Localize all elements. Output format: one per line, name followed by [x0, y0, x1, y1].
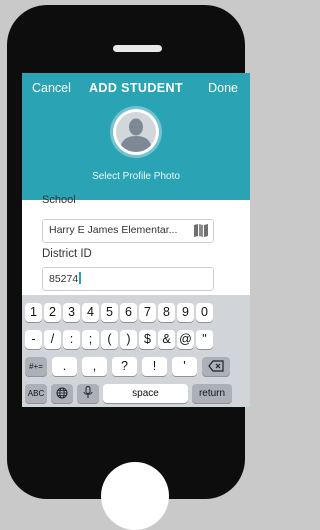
person-avatar-icon [116, 112, 156, 152]
key-8[interactable]: 8 [158, 303, 175, 322]
school-field[interactable]: Harry E James Elementar... [42, 219, 214, 243]
key-comma[interactable]: , [82, 357, 107, 376]
space-key[interactable]: space [103, 384, 188, 403]
app-screen: Cancel ADD STUDENT Done Select Profile P… [22, 73, 250, 407]
map-icon[interactable] [193, 223, 209, 243]
key-colon[interactable]: : [63, 330, 80, 349]
district-id-value: 85274 [49, 272, 81, 285]
key-open-paren[interactable]: ( [101, 330, 118, 349]
key-question[interactable]: ? [112, 357, 137, 376]
key-1[interactable]: 1 [25, 303, 42, 322]
header-bar: Cancel ADD STUDENT Done Select Profile P… [22, 73, 250, 200]
key-apostrophe[interactable]: ' [172, 357, 197, 376]
dictation-key[interactable] [77, 384, 99, 403]
key-period[interactable]: . [52, 357, 77, 376]
phone-speaker [113, 45, 162, 52]
abc-key[interactable]: ABC [25, 384, 47, 403]
key-4[interactable]: 4 [82, 303, 99, 322]
key-at[interactable]: @ [177, 330, 194, 349]
microphone-icon [83, 386, 93, 398]
key-0[interactable]: 0 [196, 303, 213, 322]
numeric-keyboard: 1 2 3 4 5 6 7 8 9 0 - / : ; ( ) $ & @ " … [22, 295, 250, 407]
globe-icon [56, 387, 68, 399]
done-button[interactable]: Done [208, 81, 238, 95]
key-dollar[interactable]: $ [139, 330, 156, 349]
key-ampersand[interactable]: & [158, 330, 175, 349]
key-semicolon[interactable]: ; [82, 330, 99, 349]
select-profile-photo-link[interactable]: Select Profile Photo [22, 171, 250, 182]
key-close-paren[interactable]: ) [120, 330, 137, 349]
key-slash[interactable]: / [44, 330, 61, 349]
district-id-input[interactable]: 85274 [42, 267, 214, 291]
district-id-label: District ID [42, 248, 92, 260]
key-hyphen[interactable]: - [25, 330, 42, 349]
school-label: School [42, 194, 76, 206]
key-quote[interactable]: " [196, 330, 213, 349]
key-exclamation[interactable]: ! [142, 357, 167, 376]
symbols-toggle-key[interactable]: #+= [25, 357, 47, 376]
home-button[interactable] [101, 462, 169, 530]
key-6[interactable]: 6 [120, 303, 137, 322]
globe-key[interactable] [51, 384, 73, 403]
student-form: School Harry E James Elementar... Distri… [22, 194, 250, 300]
backspace-key[interactable] [202, 357, 230, 376]
school-value: Harry E James Elementar... [49, 224, 178, 236]
text-cursor [79, 272, 81, 284]
key-5[interactable]: 5 [101, 303, 118, 322]
key-7[interactable]: 7 [139, 303, 156, 322]
profile-photo-button[interactable] [113, 109, 159, 155]
backspace-icon [208, 360, 224, 372]
key-3[interactable]: 3 [63, 303, 80, 322]
return-key[interactable]: return [192, 384, 232, 403]
key-2[interactable]: 2 [44, 303, 61, 322]
key-9[interactable]: 9 [177, 303, 194, 322]
